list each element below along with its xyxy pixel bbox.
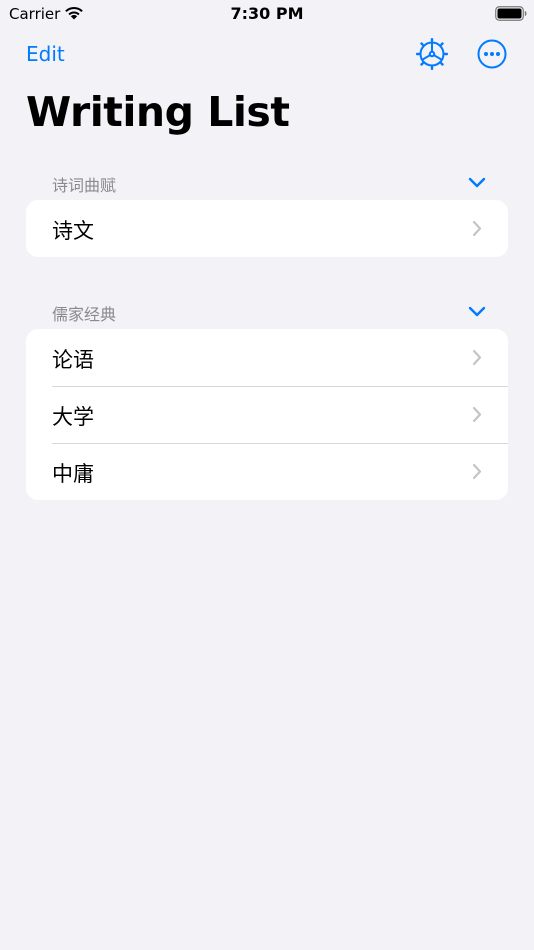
section-header-confucian[interactable]: 儒家经典	[26, 299, 508, 324]
list-item-label: 论语	[52, 348, 94, 372]
section-header-label: 儒家经典	[52, 305, 117, 324]
ship-wheel-icon[interactable]	[415, 37, 449, 71]
page-title: Writing List	[26, 88, 290, 136]
status-bar: Carrier 7:30 PM	[0, 0, 534, 28]
chevron-down-icon[interactable]	[468, 176, 486, 188]
list-item-label: 诗文	[52, 219, 94, 243]
list-item[interactable]: 诗文	[26, 200, 508, 257]
section-card-confucian: 论语 大学 中庸	[26, 329, 508, 500]
chevron-right-icon	[472, 406, 482, 423]
clock: 7:30 PM	[230, 4, 304, 23]
section-card-poetry: 诗文	[26, 200, 508, 257]
section-header-label: 诗词曲赋	[52, 176, 117, 195]
battery-icon	[495, 6, 527, 21]
list-item[interactable]: 大学	[26, 386, 508, 443]
chevron-right-icon	[472, 220, 482, 237]
more-icon[interactable]	[476, 38, 508, 70]
list-item[interactable]: 论语	[26, 329, 508, 386]
chevron-down-icon[interactable]	[468, 305, 486, 317]
section-header-poetry[interactable]: 诗词曲赋	[26, 170, 508, 195]
chevron-right-icon	[472, 349, 482, 366]
list-item-label: 中庸	[52, 462, 94, 486]
list-item[interactable]: 中庸	[26, 443, 508, 500]
navigation-bar: Edit	[0, 36, 534, 76]
chevron-right-icon	[472, 463, 482, 480]
list-item-label: 大学	[52, 405, 94, 429]
edit-button[interactable]: Edit	[26, 42, 65, 66]
